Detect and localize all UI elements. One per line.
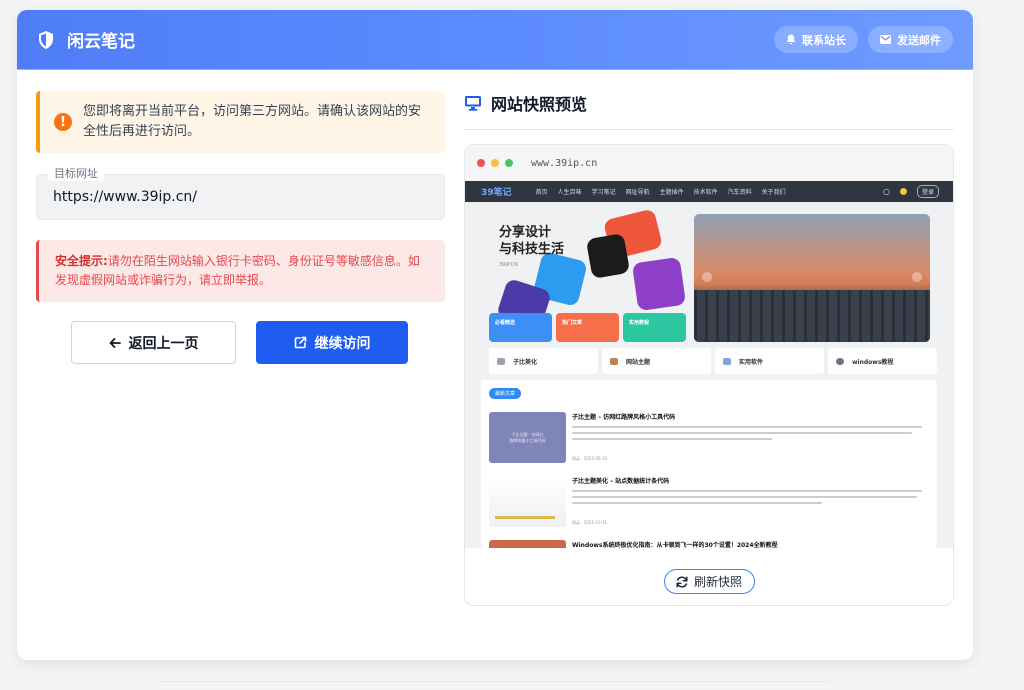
- site-nav-item: 主题插件: [659, 189, 684, 196]
- post-item: 子比主题 - 仿网红 路牌风格小工具代码 子比主题 – 仿网红路牌风格小工具代码…: [489, 412, 929, 470]
- brand: 闲云笔记: [37, 27, 135, 52]
- site-hero: 分享设计 与科技生活 39IP.CN 必看精选 热门文章 实用教程: [489, 208, 930, 344]
- category-item: 网站主题: [602, 348, 711, 374]
- category-item: 子比美化: [489, 348, 598, 374]
- site-nav-item: 首页: [535, 189, 548, 196]
- refresh-icon: [676, 575, 688, 588]
- hero-left: 分享设计 与科技生活 39IP.CN 必看精选 热门文章 实用教程: [489, 208, 689, 344]
- minimize-dot: [491, 159, 499, 167]
- header-bar: 闲云笔记 联系站长 发送邮件: [17, 10, 973, 70]
- tile-tutorials: 实用教程: [623, 313, 686, 342]
- exclamation-icon: !: [54, 113, 72, 131]
- post-title: 子比主题 – 仿网红路牌风格小工具代码: [572, 414, 676, 421]
- post-item: Windows系统终极优化指南：从卡顿到飞一样的30个设置！2024全新教程: [489, 540, 929, 548]
- refresh-snapshot-label: 刷新快照: [693, 575, 742, 589]
- target-url-label: 目标网址: [48, 165, 104, 181]
- browser-bar: www.39ip.cn: [465, 145, 953, 181]
- post-thumb: [489, 540, 566, 548]
- security-alert-title: 安全提示:: [55, 254, 108, 268]
- close-dot: [477, 159, 485, 167]
- tile-hot: 热门文章: [556, 313, 619, 342]
- category-item: 实用软件: [715, 348, 824, 374]
- browser-address: www.39ip.cn: [531, 157, 598, 169]
- continue-button[interactable]: 继续访问: [256, 321, 408, 364]
- posts-tag: 最新文章: [489, 388, 522, 399]
- security-alert-text: 请勿在陌生网站输入银行卡密码、身份证号等敏感信息。如发现虚假网站或诈骗行为，请立…: [55, 254, 420, 287]
- site-posts: 最新文章 子比主题 - 仿网红 路牌风格小工具代码 子比主题 – 仿网红路牌风格…: [481, 380, 937, 548]
- site-nav: 39笔记 首页 人生百味 学习笔记 网址导航 主题插件 技术软件 汽车资料 关于…: [465, 181, 953, 202]
- hero-title-line: 与科技生活: [499, 242, 565, 257]
- contact-owner-button[interactable]: 联系站长: [774, 26, 858, 53]
- main-card: 闲云笔记 联系站长 发送邮件 ! 您即将离开当前平台，访问第三方网站。请确认该网…: [17, 10, 973, 660]
- preview-title-text: 网站快照预览: [491, 95, 588, 114]
- preview-panel: 网站快照预览 www.39ip.cn 39笔记 首页 人生百味 学习笔记 网址导…: [464, 91, 954, 606]
- post-meta: 闲云 · 2025-10-31: [572, 520, 608, 525]
- envelope-icon: [880, 35, 891, 44]
- hero-title-line: 分享设计: [499, 225, 552, 240]
- arrow-left-icon: [109, 337, 121, 348]
- hero-sub: 39IP.CN: [499, 262, 518, 268]
- maximize-dot: [505, 159, 513, 167]
- shield-icon: [39, 30, 53, 49]
- snapshot-browser: www.39ip.cn 39笔记 首页 人生百味 学习笔记 网址导航 主题插件 …: [464, 144, 954, 606]
- post-item: 子比主题美化 – 站点数据统计条代码 闲云 · 2025-10-31: [489, 476, 929, 534]
- site-logo: 39笔记: [481, 188, 512, 198]
- site-snapshot: 39笔记 首页 人生百味 学习笔记 网址导航 主题插件 技术软件 汽车资料 关于…: [465, 181, 953, 548]
- site-nav-item: 关于我们: [761, 189, 786, 196]
- site-theme-icon: [899, 188, 907, 195]
- site-nav-item: 网址导航: [625, 189, 650, 196]
- contact-owner-label: 联系站长: [802, 33, 846, 47]
- hero-title: 分享设计 与科技生活: [499, 224, 564, 258]
- refresh-snapshot-button[interactable]: 刷新快照: [663, 569, 755, 594]
- leave-notice: ! 您即将离开当前平台，访问第三方网站。请确认该网站的安全性后再进行访问。: [36, 91, 445, 153]
- external-link-icon: [294, 336, 306, 349]
- tile-picks: 必看精选: [489, 313, 552, 342]
- hero-photo: [694, 214, 930, 342]
- site-nav-item: 汽车资料: [727, 189, 752, 196]
- send-email-button[interactable]: 发送邮件: [868, 26, 953, 53]
- back-button-label: 返回上一页: [128, 335, 199, 352]
- pocket-app-icon: [631, 256, 687, 312]
- site-nav-item: 人生百味: [557, 189, 582, 196]
- final-cut-app-icon: [585, 233, 631, 279]
- footer-divider: [160, 681, 830, 682]
- bell-icon: [786, 34, 796, 45]
- send-email-label: 发送邮件: [897, 33, 941, 47]
- site-categories: 子比美化 网站主题 实用软件 windows教程: [489, 348, 937, 374]
- monitor-icon: [465, 96, 481, 111]
- target-url-group: 目标网址 https://www.39ip.cn/: [36, 165, 445, 220]
- site-login: 登录: [916, 185, 939, 198]
- security-alert: 安全提示:请勿在陌生网站输入银行卡密码、身份证号等敏感信息。如发现虚假网站或诈骗…: [36, 240, 445, 302]
- back-button[interactable]: 返回上一页: [71, 321, 236, 364]
- category-item: windows教程: [828, 348, 937, 374]
- preview-title: 网站快照预览: [464, 91, 954, 130]
- post-meta: 闲云 · 2025-05-10: [572, 456, 608, 461]
- action-row: 返回上一页 继续访问: [36, 321, 445, 364]
- left-panel: ! 您即将离开当前平台，访问第三方网站。请确认该网站的安全性后再进行访问。 目标…: [36, 91, 445, 364]
- site-search-icon: ○: [883, 187, 890, 196]
- leave-notice-text: 您即将离开当前平台，访问第三方网站。请确认该网站的安全性后再进行访问。: [83, 104, 422, 139]
- site-nav-item: 技术软件: [693, 189, 718, 196]
- post-title: Windows系统终极优化指南：从卡顿到飞一样的30个设置！2024全新教程: [572, 542, 778, 548]
- site-nav-item: 学习笔记: [591, 189, 616, 196]
- continue-button-label: 继续访问: [314, 335, 371, 352]
- post-thumb: [489, 476, 566, 527]
- post-title: 子比主题美化 – 站点数据统计条代码: [572, 478, 670, 485]
- brand-name: 闲云笔记: [67, 32, 135, 52]
- post-thumb: 子比主题 - 仿网红 路牌风格小工具代码: [489, 412, 566, 463]
